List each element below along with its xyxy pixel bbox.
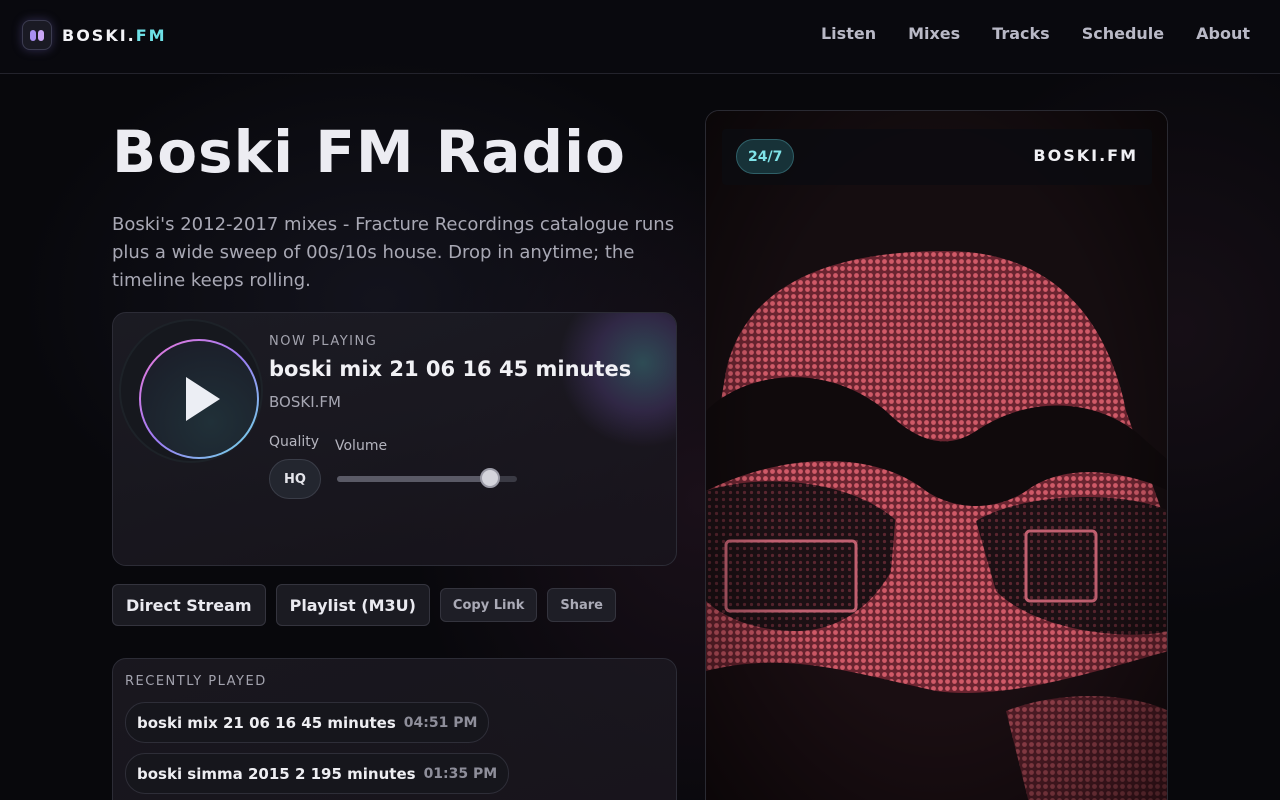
now-playing-station: BOSKI.FM [269, 393, 341, 411]
nav-about[interactable]: About [1196, 24, 1250, 43]
direct-stream-button[interactable]: Direct Stream [112, 584, 266, 626]
recent-track-time: 04:51 PM [403, 714, 478, 731]
logo-pause-icon [22, 20, 52, 50]
page-title: Boski FM Radio [112, 118, 626, 186]
play-button-ring [121, 321, 261, 461]
logo-wordmark: BOSKI.FM [62, 25, 167, 45]
cover-art-header: 24/7 BOSKI.FM [722, 129, 1152, 185]
top-navigation-bar: BOSKI.FM Listen Mixes Tracks Schedule Ab… [0, 0, 1280, 74]
recently-played-panel: RECENTLY PLAYED boski mix 21 06 16 45 mi… [112, 658, 677, 800]
list-item[interactable]: boski mix 21 06 16 45 minutes 04:51 PM [125, 702, 490, 743]
player-card: NOW PLAYING boski mix 21 06 16 45 minute… [112, 312, 677, 566]
volume-label: Volume [335, 438, 388, 454]
now-playing-title: boski mix 21 06 16 45 minutes [269, 357, 632, 381]
site-logo[interactable]: BOSKI.FM [22, 20, 167, 50]
stream-actions: Direct Stream Playlist (M3U) Copy Link S… [112, 584, 616, 626]
nav-listen[interactable]: Listen [821, 24, 876, 43]
play-button[interactable] [139, 339, 259, 459]
nav-schedule[interactable]: Schedule [1082, 24, 1164, 43]
main-nav: Listen Mixes Tracks Schedule About [821, 24, 1250, 43]
recently-played-label: RECENTLY PLAYED [125, 674, 267, 689]
nav-mixes[interactable]: Mixes [908, 24, 960, 43]
cover-art-card: 24/7 BOSKI.FM [705, 110, 1168, 800]
quality-toggle-button[interactable]: HQ [269, 459, 321, 499]
share-button[interactable]: Share [547, 588, 616, 622]
volume-slider-fill [337, 476, 490, 482]
volume-slider-handle[interactable] [480, 468, 500, 488]
volume-slider[interactable] [337, 468, 517, 488]
list-item[interactable]: boski simma 2015 2 195 minutes 01:35 PM [125, 753, 510, 794]
quality-label: Quality [269, 434, 320, 450]
recently-played-list: boski mix 21 06 16 45 minutes 04:51 PM b… [125, 702, 510, 794]
play-icon [186, 377, 220, 421]
copy-link-button[interactable]: Copy Link [439, 588, 538, 622]
cover-art-brand: BOSKI.FM [1033, 146, 1138, 165]
station-description: Boski's 2012-2017 mixes - Fracture Recor… [112, 214, 675, 291]
playlist-m3u-button[interactable]: Playlist (M3U) [275, 584, 430, 626]
recent-track-title: boski simma 2015 2 195 minutes [137, 764, 416, 783]
now-playing-label: NOW PLAYING [269, 334, 378, 349]
recent-track-title: boski mix 21 06 16 45 minutes [137, 713, 396, 732]
halftone-portrait-image [706, 111, 1167, 800]
nav-tracks[interactable]: Tracks [992, 24, 1050, 43]
recent-track-time: 01:35 PM [423, 765, 498, 782]
always-on-badge: 24/7 [736, 139, 795, 174]
